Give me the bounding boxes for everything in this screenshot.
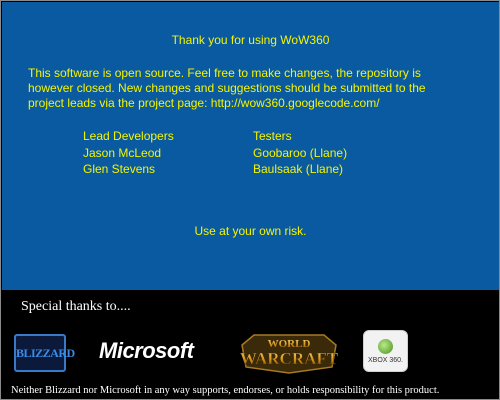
developer-name: Glen Stevens (83, 162, 156, 176)
world-of-warcraft-logo: WORLD WARCRAFT (234, 327, 344, 375)
tester-name: Baulsaak (Llane) (253, 162, 344, 176)
about-title: Thank you for using WoW360 (171, 33, 330, 47)
wow-logo-bottom-text: WARCRAFT (240, 349, 339, 368)
special-thanks-heading: Special thanks to.... (21, 299, 131, 314)
world-of-warcraft-emblem: WORLD WARCRAFT (240, 334, 339, 374)
xbox-logo-text: XBOX 360. (367, 357, 404, 364)
lead-developers-list: Lead Developers Jason McLeod Glen Steven… (83, 128, 174, 178)
xbox-360-logo: XBOX 360. (363, 330, 408, 372)
notice-line: project leads via the project page: http… (28, 96, 380, 110)
notice-line: This software is open source. Feel free … (28, 66, 421, 80)
testers-heading: Testers (253, 129, 292, 143)
about-panel: Thank you for using WoW360 This software… (2, 2, 499, 290)
tester-name: Goobaroo (Llane) (253, 145, 348, 160)
blizzard-logo: BLIZZARD (14, 334, 75, 372)
notice-line: however closed. New changes and suggesti… (28, 81, 426, 95)
xbox-orb-icon (378, 339, 393, 354)
testers-list: Testers Goobaroo (Llane) Baulsaak (Llane… (253, 128, 347, 178)
open-source-notice: This software is open source. Feel free … (28, 66, 478, 111)
disclaimer: Neither Blizzard nor Microsoft in any wa… (11, 385, 440, 396)
developer-name: Jason McLeod (83, 145, 162, 160)
microsoft-logo: Microsoft (99, 338, 194, 363)
about-window: Thank you for using WoW360 This software… (0, 0, 500, 400)
risk-notice: Use at your own risk. (194, 224, 307, 238)
lead-developers-heading: Lead Developers (83, 129, 174, 143)
